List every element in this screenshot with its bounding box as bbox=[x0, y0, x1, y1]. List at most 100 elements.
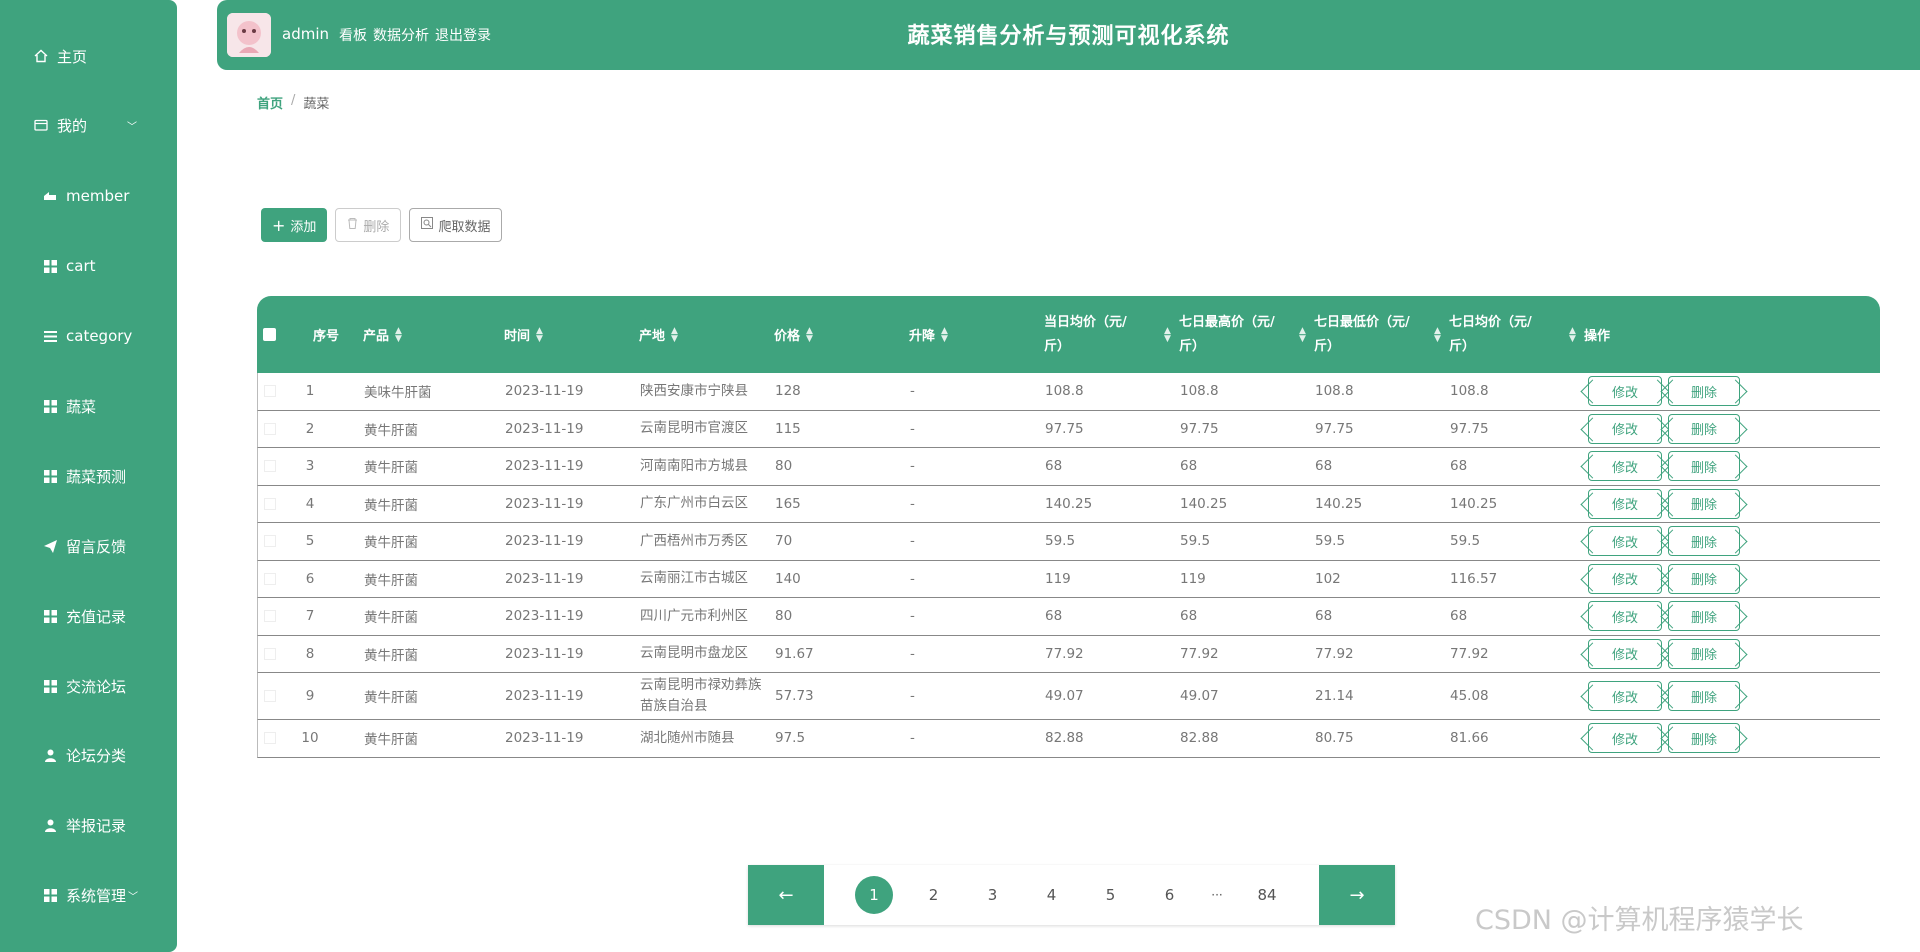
row-checkbox[interactable] bbox=[264, 732, 276, 745]
column-header-price[interactable]: 价格 ▲ ▼ bbox=[774, 296, 813, 373]
row-delete-button[interactable]: 删除 bbox=[1668, 413, 1740, 444]
cell-avg7: 81.66 bbox=[1450, 730, 1489, 747]
page-number[interactable]: 6 bbox=[1140, 886, 1199, 904]
sidebar-item-cart[interactable]: cart bbox=[0, 246, 177, 286]
cell-price: 70 bbox=[775, 533, 793, 550]
cell-min7: 59.5 bbox=[1315, 533, 1346, 550]
sidebar-item-category[interactable]: category bbox=[0, 316, 177, 356]
row-delete-button[interactable]: 删除 bbox=[1668, 563, 1740, 594]
sidebar-item-label: 蔬菜 bbox=[66, 397, 97, 416]
breadcrumb-home[interactable]: 首页 bbox=[257, 93, 283, 112]
column-header-avg7[interactable]: 七日均价（元/斤） ▲ ▼ bbox=[1449, 296, 1576, 373]
row-actions: 修改 删除 bbox=[1588, 720, 1740, 757]
row-delete-button[interactable]: 删除 bbox=[1668, 451, 1740, 482]
page-number-active[interactable]: 1 bbox=[855, 876, 893, 914]
edit-button[interactable]: 修改 bbox=[1588, 451, 1662, 482]
cell-max7: 49.07 bbox=[1180, 688, 1219, 704]
sidebar-item-mine[interactable]: 我的 ﹀ bbox=[0, 105, 177, 145]
cell-time: 2023-11-19 bbox=[505, 495, 584, 512]
row-delete-button[interactable]: 删除 bbox=[1668, 376, 1740, 407]
row-checkbox[interactable] bbox=[264, 647, 276, 660]
sidebar-item-vegetables[interactable]: 蔬菜 bbox=[0, 386, 177, 426]
row-actions: 修改 删除 bbox=[1588, 411, 1740, 448]
row-checkbox[interactable] bbox=[264, 535, 276, 548]
cell-avg-today: 140.25 bbox=[1045, 495, 1093, 512]
cell-min7: 68 bbox=[1315, 608, 1333, 625]
send-icon bbox=[42, 538, 58, 554]
edit-button[interactable]: 修改 bbox=[1588, 376, 1662, 407]
sidebar-item-home[interactable]: 主页 bbox=[0, 36, 177, 76]
table-body: 1 美味牛肝菌 2023-11-19 陕西安康市宁陕县 128 - 108.8 108.8 10… bbox=[257, 373, 1880, 758]
sidebar-item-forum-category[interactable]: 论坛分类 bbox=[0, 735, 177, 775]
add-button[interactable]: + 添加 bbox=[261, 208, 328, 242]
sidebar-item-label: category bbox=[66, 327, 133, 345]
cell-avg7: 45.08 bbox=[1450, 688, 1489, 704]
delete-button[interactable]: 删除 bbox=[335, 208, 402, 242]
column-header-min7[interactable]: 七日最低价（元/斤） ▲ ▼ bbox=[1314, 296, 1441, 373]
edit-button[interactable]: 修改 bbox=[1588, 601, 1662, 632]
row-delete-button[interactable]: 删除 bbox=[1668, 638, 1740, 669]
page-number[interactable]: 3 bbox=[963, 886, 1022, 904]
edit-button[interactable]: 修改 bbox=[1588, 526, 1662, 557]
sort-icon: ▲ ▼ bbox=[941, 325, 948, 344]
edit-button[interactable]: 修改 bbox=[1588, 638, 1662, 669]
row-checkbox[interactable] bbox=[264, 690, 276, 702]
cell-product: 黄牛肝菌 bbox=[364, 610, 418, 627]
edit-button[interactable]: 修改 bbox=[1588, 681, 1662, 711]
sidebar-item-feedback[interactable]: 留言反馈 bbox=[0, 526, 177, 566]
row-checkbox[interactable] bbox=[264, 385, 276, 398]
prev-page-button[interactable]: ← bbox=[748, 865, 824, 925]
cell-avg-today: 68 bbox=[1045, 458, 1063, 475]
sidebar-item-label: 主页 bbox=[57, 47, 88, 66]
cell-price: 128 bbox=[775, 383, 801, 400]
row-checkbox[interactable] bbox=[264, 460, 276, 473]
page-number[interactable]: 5 bbox=[1081, 886, 1140, 904]
select-all-checkbox[interactable] bbox=[263, 328, 276, 341]
trash-icon bbox=[347, 217, 358, 233]
cell-index: 2 bbox=[305, 420, 315, 437]
sort-icon: ▲ ▼ bbox=[671, 325, 678, 344]
crawl-data-button[interactable]: 爬取数据 bbox=[409, 208, 503, 242]
edit-button[interactable]: 修改 bbox=[1588, 563, 1662, 594]
sidebar-item-reports[interactable]: 举报记录 bbox=[0, 805, 177, 845]
edit-button[interactable]: 修改 bbox=[1588, 723, 1662, 754]
sidebar-item-recharge[interactable]: 充值记录 bbox=[0, 596, 177, 636]
page-number-last[interactable]: 84 bbox=[1235, 886, 1299, 904]
table-row: 6 黄牛肝菌 2023-11-19 云南丽江市古城区 140 - 119 119 102 116.… bbox=[257, 560, 1880, 598]
row-checkbox[interactable] bbox=[264, 497, 276, 510]
edit-button[interactable]: 修改 bbox=[1588, 488, 1662, 519]
page-number[interactable]: 2 bbox=[904, 886, 963, 904]
grid-icon bbox=[42, 468, 58, 484]
cell-min7: 102 bbox=[1315, 570, 1341, 587]
next-page-button[interactable]: → bbox=[1319, 865, 1395, 925]
cell-change: - bbox=[910, 730, 915, 747]
row-checkbox[interactable] bbox=[264, 422, 276, 435]
cell-change: - bbox=[910, 495, 915, 512]
row-delete-button[interactable]: 删除 bbox=[1668, 488, 1740, 519]
column-header-origin[interactable]: 产地 ▲ ▼ bbox=[639, 296, 678, 373]
column-header-max7[interactable]: 七日最高价（元/斤） ▲ ▼ bbox=[1179, 296, 1306, 373]
sidebar-item-member[interactable]: member bbox=[0, 176, 177, 216]
cell-price: 80 bbox=[775, 458, 793, 475]
edit-button[interactable]: 修改 bbox=[1588, 413, 1662, 444]
sidebar-item-system[interactable]: 系统管理 ﹀ bbox=[0, 875, 177, 915]
page-number[interactable]: 4 bbox=[1022, 886, 1081, 904]
column-header-change[interactable]: 升降 ▲ ▼ bbox=[909, 296, 948, 373]
cell-price: 115 bbox=[775, 420, 801, 437]
column-header-avg-today[interactable]: 当日均价（元/斤） ▲ ▼ bbox=[1044, 296, 1171, 373]
sidebar-item-label: 留言反馈 bbox=[66, 537, 127, 556]
column-header-product[interactable]: 产品 ▲ ▼ bbox=[363, 296, 402, 373]
toolbar: + 添加 删除 爬取数据 bbox=[261, 208, 503, 242]
row-delete-button[interactable]: 删除 bbox=[1668, 526, 1740, 557]
row-checkbox[interactable] bbox=[264, 610, 276, 623]
row-checkbox[interactable] bbox=[264, 572, 276, 585]
cell-time: 2023-11-19 bbox=[505, 730, 584, 747]
row-delete-button[interactable]: 删除 bbox=[1668, 601, 1740, 632]
sidebar-item-label: 系统管理 bbox=[66, 886, 127, 905]
cell-avg7: 59.5 bbox=[1450, 533, 1481, 550]
sidebar-item-forum[interactable]: 交流论坛 bbox=[0, 666, 177, 706]
row-delete-button[interactable]: 删除 bbox=[1668, 681, 1740, 711]
sidebar-item-forecast[interactable]: 蔬菜预测 bbox=[0, 456, 177, 496]
row-delete-button[interactable]: 删除 bbox=[1668, 723, 1740, 754]
column-header-time[interactable]: 时间 ▲ ▼ bbox=[504, 296, 543, 373]
